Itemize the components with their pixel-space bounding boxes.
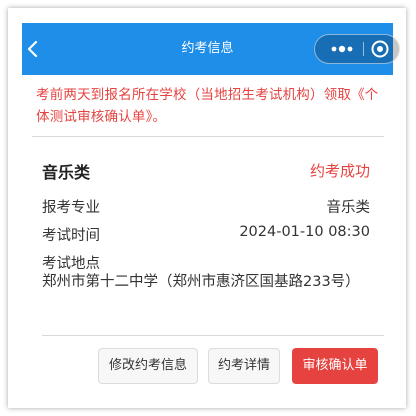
exam-location-label: 考试地点 [42,256,100,272]
modify-booking-button[interactable]: 修改约考信息 [98,348,198,384]
exam-category-title: 音乐类 [42,163,91,182]
divider [42,335,384,336]
booking-status: 约考成功 [309,162,370,180]
booking-details-button[interactable]: 约考详情 [208,348,280,384]
exam-notice: 考前两天到报名所在学校（当地招生考试机构）领取《个体测试审核确认单》。 [36,87,379,125]
exam-location-value: 郑州市第十二中学（郑州市惠济区国基路233号） [42,274,360,290]
more-button[interactable] [323,35,361,63]
app-window: 约考信息 考前两天到报名所在学校（当地招生考试机构）领取《个体测试审核确认单》。… [8,8,406,408]
target-close-icon [371,40,389,58]
review-confirmation-button[interactable]: 审核确认单 [292,348,378,384]
major-label: 报考专业 [42,200,100,216]
capsule-divider [363,42,364,56]
navigation-bar: 约考信息 [22,23,400,75]
more-dots-icon [331,45,353,53]
major-value: 音乐类 [326,200,371,216]
divider [32,136,384,137]
exam-time-value: 2024-01-10 08:30 [239,224,370,240]
close-mini-program-button[interactable] [369,38,391,60]
mini-program-capsule [314,34,400,64]
exam-time-label: 考试时间 [42,228,100,244]
